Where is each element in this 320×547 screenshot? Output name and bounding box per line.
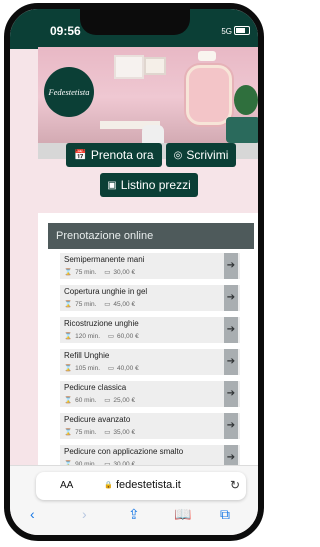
service-duration: 75 min. — [75, 429, 97, 436]
service-meta: ⌛ 75 min. ▭ 35,00 € — [64, 428, 135, 436]
service-item[interactable]: Refill Unghie ⌛ 105 min. ▭ 40,00 € — [60, 349, 240, 375]
hourglass-icon: ⌛ — [64, 269, 73, 276]
money-icon: ▭ — [104, 397, 111, 404]
service-item[interactable]: Ricostruzione unghie ⌛ 120 min. ▭ 60,00 € — [60, 317, 240, 343]
service-duration: 75 min. — [75, 269, 97, 276]
service-price: 40,00 € — [117, 365, 139, 372]
arrow-right-icon[interactable]: ➔ — [224, 317, 238, 343]
hourglass-icon: ⌛ — [64, 397, 73, 404]
back-icon[interactable]: ‹ — [30, 506, 35, 522]
service-item[interactable]: Pedicure classica ⌛ 60 min. ▭ 25,00 € — [60, 381, 240, 407]
service-meta: ⌛ 75 min. ▭ 30,00 € — [64, 268, 135, 276]
safari-toolbar: AA 🔒 fedestetista.it ↻ ‹ › ⇪ 📖 ⧉ — [10, 465, 258, 535]
logo-text: Fedestetista — [48, 87, 90, 97]
scrivimi-button[interactable]: ◎ Scrivimi — [166, 143, 236, 167]
service-meta: ⌛ 105 min. ▭ 40,00 € — [64, 364, 139, 372]
lock-icon: 🔒 — [104, 482, 113, 489]
service-name: Ricostruzione unghie — [64, 319, 139, 328]
scrivimi-label: Scrivimi — [186, 148, 229, 162]
service-price: 60,00 € — [117, 333, 139, 340]
service-duration: 60 min. — [75, 397, 97, 404]
battery-icon — [234, 26, 250, 35]
mirror — [186, 65, 232, 125]
arrow-right-icon[interactable]: ➔ — [224, 413, 238, 439]
arrow-right-icon[interactable]: ➔ — [224, 285, 238, 311]
share-icon[interactable]: ⇪ — [128, 506, 140, 523]
address-bar[interactable]: AA 🔒 fedestetista.it ↻ — [36, 472, 246, 500]
money-icon: ▭ — [107, 333, 114, 340]
listino-button[interactable]: ▣ Listino prezzi — [100, 173, 198, 197]
booking-card: Prenotazione online Semipermanente mani … — [38, 213, 258, 473]
reload-icon[interactable]: ↻ — [230, 478, 240, 492]
service-price: 45,00 € — [113, 301, 136, 308]
service-name: Copertura unghie in gel — [64, 287, 148, 296]
hourglass-icon: ⌛ — [64, 301, 73, 308]
reader-options-button[interactable]: AA — [60, 480, 73, 491]
tabs-icon[interactable]: ⧉ — [220, 506, 230, 523]
url-text: fedestetista.it — [116, 479, 181, 491]
forward-icon[interactable]: › — [82, 506, 87, 522]
arrow-right-icon[interactable]: ➔ — [224, 381, 238, 407]
plant — [234, 85, 258, 115]
status-bar: 09:56 5G — [10, 9, 258, 49]
service-item[interactable]: Copertura unghie in gel ⌛ 75 min. ▭ 45,00 … — [60, 285, 240, 311]
arrow-right-icon[interactable]: ➔ — [224, 253, 238, 279]
booking-title: Prenotazione online — [48, 223, 254, 249]
service-price: 35,00 € — [113, 429, 136, 436]
money-icon: ▭ — [104, 301, 111, 308]
whatsapp-icon: ◎ — [173, 149, 183, 161]
service-name: Pedicure avanzato — [64, 415, 131, 424]
service-name: Refill Unghie — [64, 351, 110, 360]
hourglass-icon: ⌛ — [64, 333, 73, 340]
prenota-button[interactable]: 📅 Prenota ora — [66, 143, 162, 167]
pricelist-icon: ▣ — [107, 179, 117, 191]
sofa — [226, 117, 258, 143]
lamp — [198, 51, 216, 61]
service-name: Pedicure con applicazione smalto — [64, 447, 184, 456]
money-icon: ▭ — [107, 365, 114, 372]
arrow-right-icon[interactable]: ➔ — [224, 349, 238, 375]
hourglass-icon: ⌛ — [64, 429, 73, 436]
service-meta: ⌛ 75 min. ▭ 45,00 € — [64, 300, 135, 308]
network-indicator: 5G — [221, 27, 232, 36]
listino-label: Listino prezzi — [120, 178, 191, 192]
prenota-label: Prenota ora — [90, 148, 154, 162]
service-meta: ⌛ 120 min. ▭ 60,00 € — [64, 332, 139, 340]
service-duration: 105 min. — [75, 365, 101, 372]
money-icon: ▭ — [104, 429, 111, 436]
wall-frame — [144, 57, 166, 75]
service-name: Semipermanente mani — [64, 255, 145, 264]
service-item[interactable]: Pedicure avanzato ⌛ 75 min. ▭ 35,00 € — [60, 413, 240, 439]
service-item[interactable]: Semipermanente mani ⌛ 75 min. ▭ 30,00 € — [60, 253, 240, 279]
service-duration: 75 min. — [75, 301, 97, 308]
hourglass-icon: ⌛ — [64, 365, 73, 372]
calendar-icon: 📅 — [74, 149, 87, 161]
service-price: 25,00 € — [113, 397, 136, 404]
status-time: 09:56 — [50, 24, 81, 38]
service-price: 30,00 € — [113, 269, 136, 276]
money-icon: ▭ — [104, 269, 111, 276]
service-duration: 120 min. — [75, 333, 101, 340]
notch — [80, 9, 190, 35]
service-meta: ⌛ 60 min. ▭ 25,00 € — [64, 396, 135, 404]
wall-frame — [114, 55, 144, 79]
phone-frame: 09:56 5G Fedestetista 📅 Prenota ora ◎ Sc… — [4, 3, 264, 541]
home-indicator — [108, 535, 168, 538]
brand-logo: Fedestetista — [44, 67, 94, 117]
service-name: Pedicure classica — [64, 383, 127, 392]
bookmarks-icon[interactable]: 📖 — [174, 506, 191, 523]
